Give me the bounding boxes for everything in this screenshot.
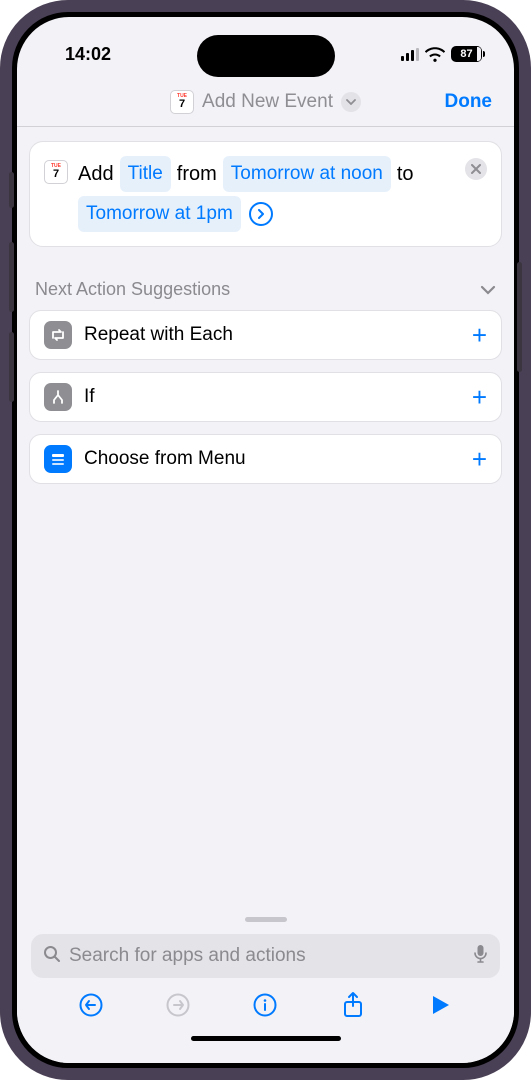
done-button[interactable]: Done bbox=[445, 91, 493, 113]
action-word-add: Add bbox=[78, 157, 114, 191]
nav-bar: TUE 7 Add New Event Done bbox=[17, 77, 514, 127]
wifi-icon bbox=[425, 47, 445, 62]
calendar-app-icon: TUE 7 bbox=[170, 90, 194, 114]
info-button[interactable] bbox=[250, 990, 280, 1020]
calendar-app-icon: TUE 7 bbox=[44, 160, 68, 184]
chevron-down-icon bbox=[341, 92, 361, 112]
battery-indicator: 87 bbox=[451, 46, 482, 62]
shortcut-title-button[interactable]: TUE 7 Add New Event bbox=[170, 90, 361, 114]
remove-action-button[interactable] bbox=[465, 158, 487, 180]
expand-action-button[interactable] bbox=[249, 202, 273, 226]
title-parameter[interactable]: Title bbox=[120, 156, 171, 192]
suggestion-label: Repeat with Each bbox=[84, 324, 460, 346]
end-date-parameter[interactable]: Tomorrow at 1pm bbox=[78, 196, 241, 232]
repeat-icon bbox=[44, 321, 72, 349]
menu-icon bbox=[44, 445, 72, 473]
search-field[interactable] bbox=[31, 934, 500, 978]
cellular-signal-icon bbox=[401, 48, 420, 61]
plus-icon: + bbox=[472, 320, 487, 351]
action-card-add-event[interactable]: TUE 7 Add Title from Tomorrow at noon to… bbox=[29, 141, 502, 247]
undo-button[interactable] bbox=[76, 990, 106, 1020]
suggestion-choose-from-menu[interactable]: Choose from Menu + bbox=[29, 434, 502, 484]
plus-icon: + bbox=[472, 382, 487, 413]
action-word-from: from bbox=[177, 157, 217, 191]
suggestion-repeat-with-each[interactable]: Repeat with Each + bbox=[29, 310, 502, 360]
redo-button bbox=[163, 990, 193, 1020]
suggestions-header[interactable]: Next Action Suggestions bbox=[29, 279, 502, 310]
suggestion-if[interactable]: If + bbox=[29, 372, 502, 422]
chevron-down-icon bbox=[480, 279, 496, 300]
dynamic-island bbox=[197, 35, 335, 77]
search-input[interactable] bbox=[69, 945, 465, 967]
drawer-grabber[interactable] bbox=[245, 917, 287, 922]
status-time: 14:02 bbox=[45, 44, 111, 65]
suggestions-title: Next Action Suggestions bbox=[35, 279, 230, 300]
suggestion-label: If bbox=[84, 386, 460, 408]
search-icon bbox=[43, 945, 61, 968]
home-indicator[interactable] bbox=[191, 1036, 341, 1041]
action-word-to: to bbox=[397, 157, 414, 191]
nav-title: Add New Event bbox=[202, 91, 333, 113]
branch-icon bbox=[44, 383, 72, 411]
start-date-parameter[interactable]: Tomorrow at noon bbox=[223, 156, 391, 192]
microphone-icon[interactable] bbox=[473, 944, 488, 969]
share-button[interactable] bbox=[338, 990, 368, 1020]
run-button[interactable] bbox=[425, 990, 455, 1020]
plus-icon: + bbox=[472, 444, 487, 475]
suggestion-label: Choose from Menu bbox=[84, 448, 460, 470]
bottom-toolbar bbox=[31, 978, 500, 1032]
